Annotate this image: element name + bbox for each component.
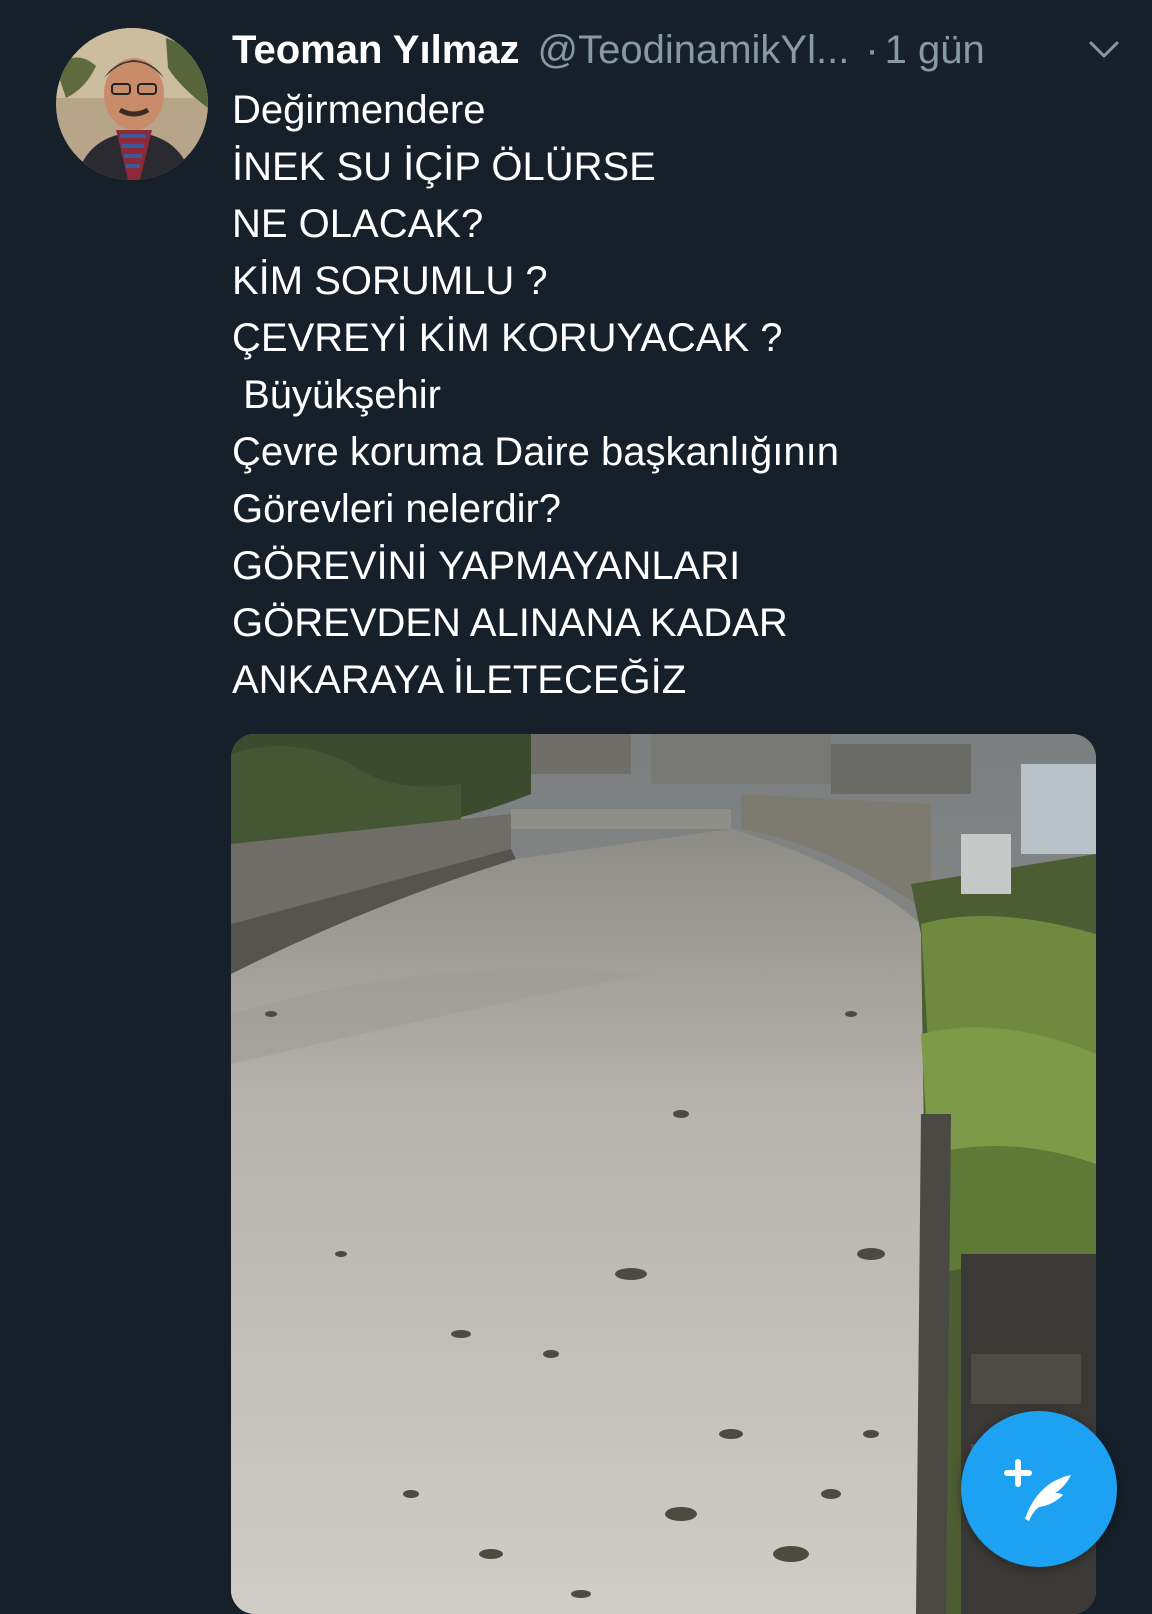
tweet-text-line: Görevleri nelerdir? — [232, 487, 562, 531]
tweet-header: Teoman Yılmaz @TeodinamikYl... · 1 gün — [232, 22, 1122, 78]
avatar-photo — [56, 28, 208, 180]
avatar[interactable] — [56, 28, 208, 180]
tweet-text-line: ÇEVREYİ KİM KORUYACAK ? — [232, 316, 783, 360]
tweet-text: Değirmendere İNEK SU İÇİP ÖLÜRSE NE OLAC… — [232, 82, 1112, 709]
chevron-down-icon[interactable] — [1086, 34, 1122, 64]
tweet-text-line: GÖREVİNİ YAPMAYANLARI — [232, 544, 741, 588]
tweet-text-line: NE OLACAK? — [232, 202, 484, 246]
tweet-text-line: GÖREVDEN ALINANA KADAR — [232, 601, 788, 645]
tweet-text-line: Büyükşehir — [232, 373, 441, 417]
tweet-text-line: Değirmendere — [232, 88, 486, 132]
tweet-text-line: İNEK SU İÇİP ÖLÜRSE — [232, 145, 656, 189]
compose-tweet-button[interactable] — [961, 1411, 1117, 1567]
timestamp[interactable]: 1 gün — [885, 28, 985, 73]
tweet[interactable]: Teoman Yılmaz @TeodinamikYl... · 1 gün D… — [0, 0, 1152, 1614]
tweet-text-line: KİM SORUMLU ? — [232, 259, 548, 303]
user-handle[interactable]: @TeodinamikYl... — [538, 28, 850, 73]
compose-tweet-icon — [1004, 1459, 1071, 1521]
display-name[interactable]: Teoman Yılmaz — [232, 28, 520, 73]
tweet-text-line: ANKARAYA İLETECEĞİZ — [232, 658, 687, 702]
tweet-text-line: Çevre koruma Daire başkanlığının — [232, 430, 839, 474]
separator-dot: · — [865, 27, 879, 72]
